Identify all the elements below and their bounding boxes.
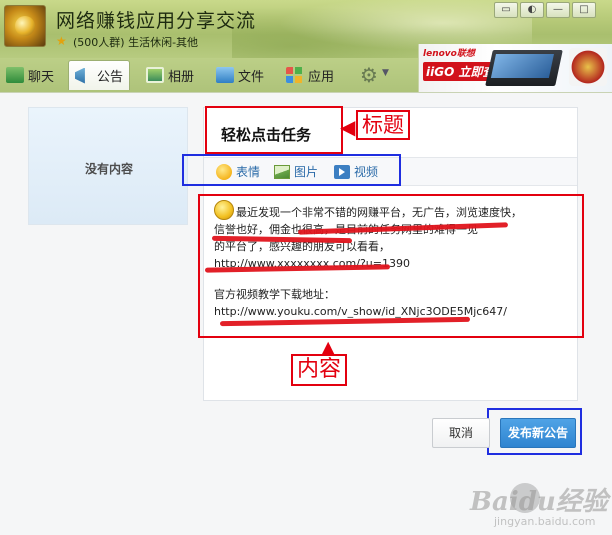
watermark-url: jingyan.baidu.com bbox=[494, 515, 596, 528]
restore-icon[interactable]: ▭ bbox=[494, 2, 518, 18]
skin-icon[interactable]: ◐ bbox=[520, 2, 544, 18]
content-highlight-box bbox=[198, 194, 584, 338]
toolbar-highlight-box bbox=[182, 154, 401, 186]
tab-label: 聊天 bbox=[28, 69, 55, 85]
star-icon: ★ bbox=[56, 34, 67, 48]
title-highlight-box bbox=[205, 106, 343, 154]
tab-chat[interactable]: 聊天 bbox=[6, 60, 54, 90]
group-avatar[interactable] bbox=[4, 5, 46, 47]
arrow-left-icon: ◀ bbox=[340, 115, 356, 139]
album-icon bbox=[146, 67, 164, 83]
paw-icon bbox=[510, 483, 540, 513]
gear-icon[interactable]: ⚙ bbox=[358, 64, 380, 86]
tab-bar: 聊天 公告 相册 文件 应用 ⚙ ▼ lenovo联想 iiGO 立即查阅 bbox=[0, 44, 612, 92]
minimize-icon[interactable]: — bbox=[546, 2, 570, 18]
maximize-icon[interactable]: □ bbox=[572, 2, 596, 18]
notice-list: 没有内容 bbox=[28, 107, 188, 225]
content-annotation-label: 内容 bbox=[291, 354, 348, 386]
tab-label: 文件 bbox=[238, 69, 265, 85]
title-annotation-label: 标题 bbox=[356, 110, 410, 140]
group-meta: (500人群) 生活休闲-其他 bbox=[73, 36, 199, 49]
tab-label: 相册 bbox=[168, 69, 195, 85]
ad-logo bbox=[569, 48, 607, 86]
ad-banner[interactable]: lenovo联想 iiGO 立即查阅 bbox=[418, 44, 612, 92]
chat-icon bbox=[6, 67, 24, 83]
tab-album[interactable]: 相册 bbox=[146, 60, 194, 90]
tab-label: 应用 bbox=[308, 69, 335, 85]
laptop-image bbox=[485, 50, 563, 86]
baidu-watermark: Baidu经验 jingyan.baidu.com bbox=[470, 481, 610, 531]
tab-app[interactable]: 应用 bbox=[286, 60, 334, 90]
notice-icon bbox=[75, 67, 85, 84]
app-icon bbox=[286, 67, 304, 83]
tab-notice[interactable]: 公告 bbox=[68, 60, 131, 90]
notice-panel: 没有内容 轻松点击任务 表情 图片 视频 最近发现一个非常不错的网赚平台，无广告… bbox=[0, 92, 612, 535]
tab-label: 公告 bbox=[97, 70, 124, 85]
cancel-button[interactable]: 取消 bbox=[432, 418, 490, 448]
ad-brand: lenovo联想 bbox=[423, 49, 475, 59]
tab-file[interactable]: 文件 bbox=[216, 60, 264, 90]
chevron-down-icon[interactable]: ▼ bbox=[382, 68, 389, 78]
file-icon bbox=[216, 67, 234, 83]
publish-button[interactable]: 发布新公告 bbox=[500, 418, 576, 448]
group-name: 网络赚钱应用分享交流 bbox=[56, 10, 257, 32]
empty-placeholder: 没有内容 bbox=[84, 162, 133, 176]
